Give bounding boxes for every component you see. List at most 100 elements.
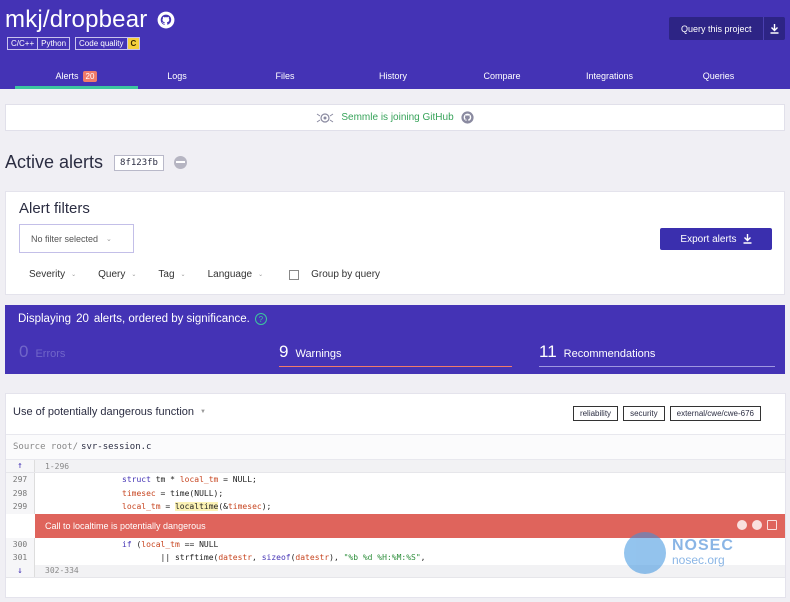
semmle-logo-icon [317, 112, 334, 123]
tab-integrations[interactable]: Integrations [572, 63, 647, 89]
tab-alerts[interactable]: Alerts 20 [15, 63, 138, 89]
tag-cwe[interactable]: external/cwe/cwe-676 [669, 406, 761, 421]
group-by-query-toggle[interactable]: Group by query [285, 269, 380, 280]
repo-title: mkj/dropbear [5, 6, 175, 34]
language-python: Python [37, 38, 69, 49]
tab-history[interactable]: History [354, 63, 432, 89]
download-icon[interactable] [763, 17, 785, 40]
language-label: Language [207, 269, 253, 280]
code-quality-grade: C [126, 38, 140, 49]
code-line: 298 timesec = time(NULL); [6, 486, 785, 500]
recommendations-stat[interactable]: 11 Recommendations [539, 342, 775, 367]
code-line: 297 struct tm * local_tm = NULL; [6, 473, 785, 487]
expand-down-icon[interactable]: ↓ [6, 564, 35, 577]
filter-dropdowns: Severity ⌄ Query ⌄ Tag ⌄ Language ⌄ Group by… [29, 269, 402, 280]
filter-select-value: No filter selected [31, 233, 99, 244]
summary-suffix: alerts, ordered by significance. [93, 313, 250, 325]
chevron-down-icon: ⌄ [258, 272, 264, 278]
code-quality-badge[interactable]: Code quality C [75, 37, 141, 50]
tab-queries-label: Queries [702, 71, 735, 81]
export-alerts-label: Export alerts [680, 233, 737, 245]
announcement-banner[interactable]: Semmle is joining GitHub [5, 104, 785, 131]
project-tabs: Alerts 20 Logs Files History Compare Int… [0, 63, 790, 89]
tab-compare[interactable]: Compare [432, 63, 572, 89]
summary-count: 20 [76, 313, 89, 325]
tab-logs[interactable]: Logs [138, 63, 216, 89]
code-text: if (local_tm == NULL [122, 539, 219, 549]
github-icon[interactable] [157, 11, 175, 29]
query-project-label: Query this project [681, 23, 752, 34]
alerts-summary: Displaying 20 alerts, ordered by signifi… [5, 305, 785, 374]
alert-actions [737, 519, 777, 530]
badges: C/C++ Python Code quality C [7, 37, 141, 50]
project-header: mkj/dropbear C/C++ Python Code quality C… [0, 0, 790, 89]
severity-dropdown[interactable]: Severity ⌄ [29, 269, 76, 280]
severity-label: Severity [29, 269, 66, 280]
line-number: 300 [6, 537, 35, 551]
tab-integrations-label: Integrations [585, 71, 634, 81]
commit-hash[interactable]: 8f123fb [114, 154, 164, 171]
line-number: 298 [6, 486, 35, 500]
watermark-logo-icon [624, 532, 666, 574]
repo-name[interactable]: mkj/dropbear [5, 6, 147, 34]
expand-up-icon[interactable]: ↑ [6, 460, 35, 472]
fold-top[interactable]: ↑ 1-296 [6, 460, 785, 473]
query-label: Query [98, 269, 126, 280]
recommendations-count: 11 [539, 342, 557, 361]
tag-dropdown[interactable]: Tag ⌄ [158, 269, 185, 280]
chevron-down-icon: ⌄ [106, 235, 112, 243]
alert-tags: reliability security external/cwe/cwe-67… [572, 406, 761, 421]
summary-prefix: Displaying [18, 313, 72, 325]
warnings-stat[interactable]: 9 Warnings [279, 342, 512, 367]
code-text: struct tm * local_tm = NULL; [122, 475, 257, 485]
github-icon [461, 111, 474, 124]
code-text: timesec = time(NULL); [122, 488, 224, 498]
errors-stat[interactable]: 0 Errors [19, 342, 254, 367]
fold-bottom-range: 302-334 [45, 566, 79, 575]
code-line: 299 local_tm = localtime(&timesec); [6, 500, 785, 514]
recommendations-label: Recommendations [563, 348, 656, 360]
alert-filters-panel: Alert filters No filter selected ⌄ Expor… [5, 191, 785, 295]
line-number: 299 [6, 500, 35, 514]
tag-security[interactable]: security [623, 406, 665, 421]
fold-top-range: 1-296 [45, 461, 70, 471]
warnings-count: 9 [279, 342, 289, 361]
status-icon[interactable] [173, 156, 187, 169]
line-number: 297 [6, 473, 35, 487]
line-number: 301 [6, 551, 35, 565]
group-by-query-checkbox[interactable] [289, 269, 300, 280]
watermark: NOSEC nosec.org [624, 532, 734, 574]
chevron-down-icon: ⌄ [71, 272, 77, 278]
export-alerts-button[interactable]: Export alerts [660, 228, 772, 250]
group-by-query-label: Group by query [311, 269, 381, 280]
code-text: || strftime(datestr, sizeof(datestr), "%… [122, 553, 426, 563]
tag-reliability[interactable]: reliability [572, 406, 619, 421]
help-icon[interactable]: ? [254, 313, 267, 325]
code-quality-label: Code quality [79, 39, 124, 48]
alerts-count-badge: 20 [82, 70, 98, 82]
language-badge[interactable]: C/C++ Python [7, 37, 71, 50]
tab-files-label: Files [275, 71, 295, 81]
page-title: Active alerts [5, 152, 104, 172]
source-file-link[interactable]: svr-session.c [81, 442, 151, 452]
tab-files[interactable]: Files [216, 63, 354, 89]
tab-alerts-label: Alerts [55, 71, 79, 81]
open-external-icon[interactable] [767, 519, 777, 530]
help-icon[interactable] [752, 519, 762, 530]
query-project-button[interactable]: Query this project [669, 17, 785, 40]
filter-select[interactable]: No filter selected ⌄ [19, 224, 134, 253]
watermark-line2: nosec.org [672, 553, 725, 567]
filters-title: Alert filters [19, 200, 90, 217]
source-prefix: Source root/ [13, 442, 79, 452]
source-path-bar: Source root/ svr-session.c [6, 434, 785, 460]
tab-logs-label: Logs [167, 71, 187, 81]
suppress-icon[interactable] [737, 519, 747, 530]
tab-history-label: History [378, 71, 407, 81]
language-dropdown[interactable]: Language ⌄ [208, 269, 264, 280]
tab-queries[interactable]: Queries [647, 63, 790, 89]
warnings-label: Warnings [295, 348, 342, 360]
chevron-down-icon: ⌄ [180, 272, 186, 278]
watermark-text: NOSEC nosec.org [672, 538, 734, 568]
alert-query-title[interactable]: Use of potentially dangerous function ▼ [13, 406, 206, 418]
query-dropdown[interactable]: Query ⌄ [98, 269, 136, 280]
